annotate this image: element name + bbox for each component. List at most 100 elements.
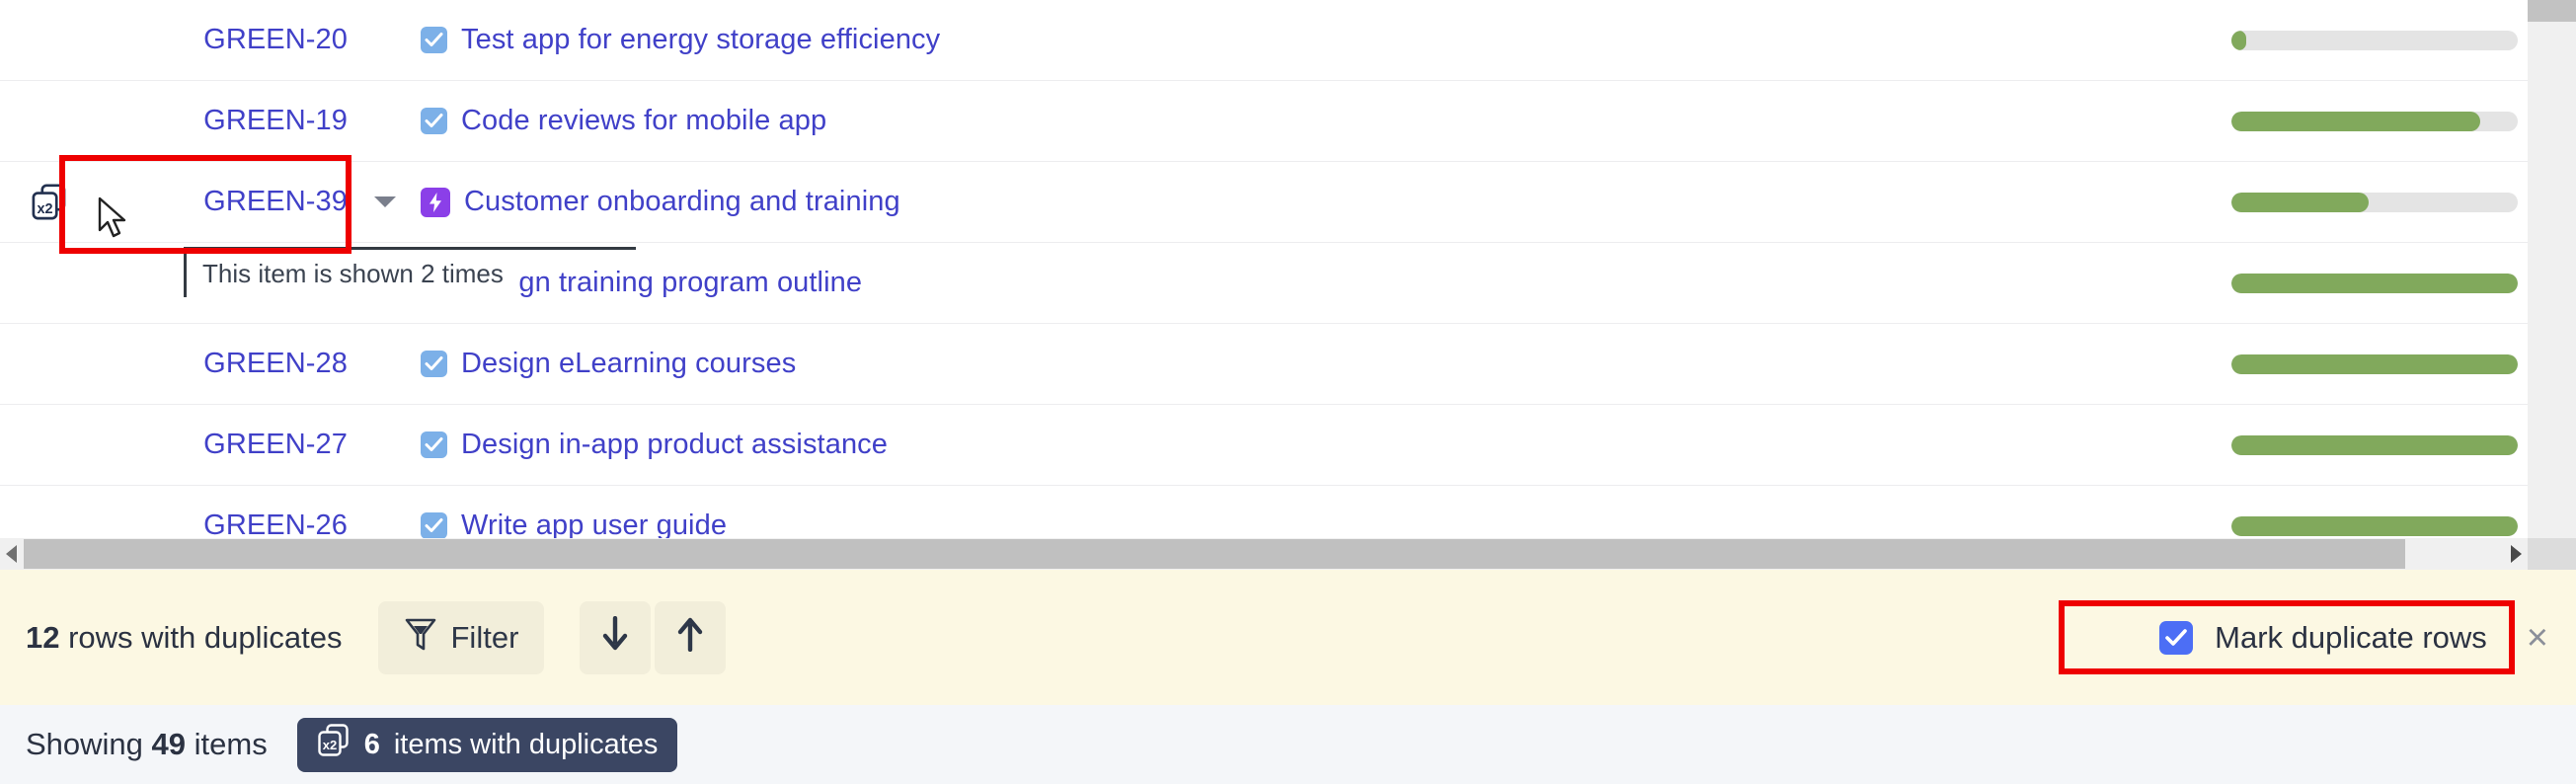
progress-bar-fill — [2231, 434, 2518, 455]
next-duplicate-button[interactable] — [580, 600, 652, 674]
issue-summary-text: Design training program outline — [461, 267, 863, 298]
issue-summary-cell[interactable]: Customer onboarding and training — [415, 162, 2231, 242]
issue-summary-text: Customer onboarding and training — [464, 186, 900, 217]
issue-key-link[interactable]: GREEN-39 — [203, 186, 348, 218]
showing-suffix: items — [186, 727, 268, 761]
duplicate-rows-count-number: 12 — [26, 619, 60, 655]
horizontal-scrollbar-track[interactable] — [24, 538, 2504, 570]
horizontal-scrollbar[interactable] — [0, 538, 2528, 570]
filter-button-label: Filter — [450, 619, 519, 655]
progress-bar — [2231, 353, 2518, 374]
issue-key-link[interactable]: GREEN-26 — [203, 510, 348, 538]
scroll-left-arrow-icon[interactable] — [0, 538, 24, 570]
issue-key-cell[interactable]: GREEN-39 — [99, 162, 355, 242]
filter-button[interactable]: Filter — [377, 600, 545, 674]
arrow-down-icon — [600, 615, 630, 660]
progress-bar — [2231, 111, 2518, 131]
progress-bar-fill — [2231, 111, 2481, 131]
issue-summary-cell[interactable]: Design eLearning courses — [415, 324, 2231, 404]
progress-cell — [2231, 81, 2528, 161]
progress-bar — [2231, 434, 2518, 455]
progress-bar-fill — [2231, 30, 2246, 50]
issue-key-link[interactable]: GREEN-28 — [203, 348, 348, 380]
task-check-icon — [421, 108, 447, 134]
chevron-down-icon[interactable] — [374, 196, 396, 207]
duplicate-marker-cell — [0, 81, 99, 161]
issue-summary-cell[interactable]: Design training program outline — [415, 243, 2231, 323]
expand-toggle-cell — [355, 81, 415, 161]
progress-cell — [2231, 405, 2528, 485]
issue-key-cell[interactable]: GREEN-19 — [99, 81, 355, 161]
issue-key-link[interactable]: GREEN-19 — [203, 105, 348, 137]
status-footer: Showing 49 items x2 6 items with duplica… — [0, 705, 2576, 784]
task-check-icon — [421, 512, 447, 538]
previous-duplicate-button[interactable] — [655, 600, 727, 674]
issue-key-link[interactable]: GREEN-20 — [203, 24, 348, 56]
table-row[interactable]: GREEN-28 Design eLearning courses — [0, 324, 2528, 405]
progress-cell — [2231, 0, 2528, 80]
items-with-duplicates-text: items with duplicates — [393, 728, 659, 760]
issue-key-cell[interactable]: GREEN-27 — [99, 405, 355, 485]
progress-cell — [2231, 324, 2528, 404]
items-with-duplicates-count: 6 — [363, 728, 380, 760]
svg-text:x2: x2 — [322, 738, 336, 752]
mouse-cursor — [98, 196, 131, 247]
arrow-up-icon — [675, 616, 705, 660]
duplicate-tooltip: This item is shown 2 times — [184, 247, 636, 297]
duplicate-marker-cell — [0, 0, 99, 80]
duplicate-marker-cell — [0, 324, 99, 404]
progress-bar-fill — [2231, 515, 2518, 536]
expand-toggle-cell[interactable] — [355, 162, 415, 242]
progress-cell — [2231, 162, 2528, 242]
issue-summary-cell[interactable]: Design in-app product assistance — [415, 405, 2231, 485]
issue-key-cell[interactable]: GREEN-26 — [99, 486, 355, 538]
progress-cell — [2231, 486, 2528, 538]
showing-count: 49 — [151, 727, 187, 761]
scrollbar-corner — [2528, 538, 2576, 570]
horizontal-scrollbar-thumb[interactable] — [24, 539, 2405, 569]
duplicate-x2-icon[interactable]: x2 — [30, 183, 69, 222]
issue-summary-cell[interactable]: Code reviews for mobile app — [415, 81, 2231, 161]
filter-funnel-icon — [404, 616, 437, 660]
duplicate-rows-count-suffix: rows with duplicates — [59, 619, 343, 655]
progress-bar-fill — [2231, 273, 2518, 293]
duplicate-marker-cell — [0, 486, 99, 538]
table-row[interactable]: x2 GREEN-39 Customer onboarding and traini… — [0, 162, 2528, 243]
duplicate-rows-count: 12 rows with duplicates — [26, 620, 343, 656]
vertical-scrollbar-thumb[interactable] — [2528, 0, 2576, 22]
svg-text:x2: x2 — [38, 201, 53, 217]
duplicate-marker-cell — [0, 405, 99, 485]
progress-bar — [2231, 515, 2518, 536]
issue-summary-cell[interactable]: Write app user guide — [415, 486, 2231, 538]
items-with-duplicates-pill[interactable]: x2 6 items with duplicates — [296, 717, 678, 772]
duplicates-table-screen: GREEN-20 Test app for energy storage effi… — [0, 0, 2576, 784]
progress-bar — [2231, 192, 2518, 212]
progress-cell — [2231, 243, 2528, 323]
progress-bar — [2231, 273, 2518, 293]
close-banner-button[interactable]: × — [2527, 619, 2548, 657]
mark-duplicate-rows-control[interactable]: Mark duplicate rows — [2142, 612, 2505, 664]
duplicate-x2-icon: x2 — [317, 723, 351, 766]
expand-toggle-cell — [355, 324, 415, 404]
duplicate-tooltip-text: This item is shown 2 times — [202, 259, 504, 288]
scroll-right-arrow-icon[interactable] — [2504, 538, 2528, 570]
table-row[interactable]: GREEN-20 Test app for energy storage effi… — [0, 0, 2528, 81]
duplicate-marker-cell — [0, 243, 99, 323]
vertical-scrollbar[interactable] — [2528, 0, 2576, 570]
table-row[interactable]: GREEN-26 Write app user guide — [0, 486, 2528, 538]
task-check-icon — [421, 27, 447, 53]
expand-toggle-cell — [355, 486, 415, 538]
epic-bolt-icon — [421, 187, 450, 217]
mark-duplicate-rows-checkbox[interactable] — [2159, 620, 2194, 655]
task-check-icon — [421, 351, 447, 377]
issue-summary-text: Design in-app product assistance — [461, 429, 888, 460]
duplicate-marker-cell[interactable]: x2 — [0, 162, 99, 242]
issue-summary-cell[interactable]: Test app for energy storage efficiency — [415, 0, 2231, 80]
table-row[interactable]: GREEN-27 Design in-app product assistance — [0, 405, 2528, 486]
issue-key-link[interactable]: GREEN-27 — [203, 429, 348, 461]
table-row[interactable]: GREEN-19 Code reviews for mobile app — [0, 81, 2528, 162]
issue-summary-text: Test app for energy storage efficiency — [461, 24, 941, 55]
progress-bar-fill — [2231, 192, 2370, 212]
issue-key-cell[interactable]: GREEN-20 — [99, 0, 355, 80]
issue-key-cell[interactable]: GREEN-28 — [99, 324, 355, 404]
